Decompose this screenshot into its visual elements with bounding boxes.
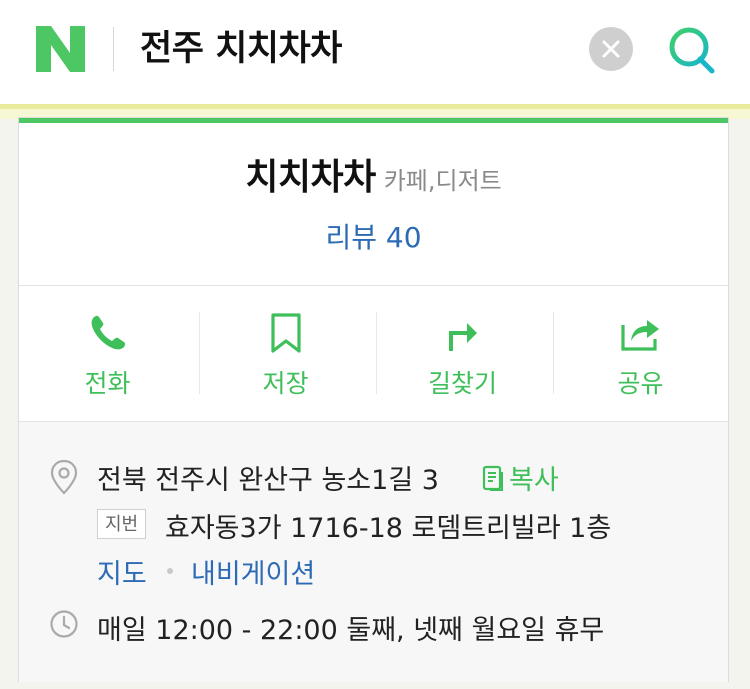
call-label: 전화 [84,369,131,398]
share-icon [620,320,659,351]
action-bar: 전화 저장 길찾기 공유 [19,286,728,420]
place-info: 전북 전주시 완산구 농소1길 3 복사 지번 효자동3가 1716-18 로뎀… [19,421,728,682]
location-pin-icon [50,459,78,495]
jibun-badge: 지번 [97,509,147,539]
directions-button[interactable]: 길찾기 [374,286,551,420]
business-hours: 매일 12:00 - 22:00 둘째, 넷째 월요일 휴무 [97,615,605,646]
save-button[interactable]: 저장 [197,286,374,420]
search-header: 전주 치치차차 [0,0,750,100]
place-name[interactable]: 치치차차 [245,157,376,198]
bookmark-icon [270,313,301,353]
header-divider [113,27,114,71]
jibun-address: 효자동3가 1716-18 로뎀트리빌라 1층 [165,513,612,544]
place-category: 카페,디저트 [383,167,502,195]
share-label: 공유 [617,369,664,398]
place-card: 치치차차 카페,디저트 리뷰 40 전화 저장 길찾기 공유 전북 전주시 완산… [18,117,729,682]
copy-icon [482,465,503,491]
road-address: 전북 전주시 완산구 농소1길 3 [97,465,439,496]
clock-icon [50,610,78,638]
map-link[interactable]: 지도 [97,552,147,591]
share-button[interactable]: 공유 [552,286,729,420]
save-label: 저장 [262,369,309,398]
clear-search-button[interactable] [589,27,633,71]
link-separator-dot [167,568,173,574]
place-title: 치치차차 카페,디저트 [19,148,728,200]
card-accent-bar [19,118,728,123]
search-icon[interactable] [664,24,720,76]
phone-icon [91,315,125,350]
naver-logo[interactable] [36,26,85,72]
directions-label: 길찾기 [427,369,497,398]
search-query[interactable]: 전주 치치차차 [140,24,342,74]
review-link[interactable]: 리뷰 40 [19,216,728,256]
copy-address-button[interactable]: 복사 [482,458,559,497]
navigation-link[interactable]: 내비게이션 [191,552,315,591]
directions-icon [448,323,477,351]
call-button[interactable]: 전화 [19,286,196,420]
copy-label: 복사 [509,465,559,496]
close-icon [602,40,620,58]
